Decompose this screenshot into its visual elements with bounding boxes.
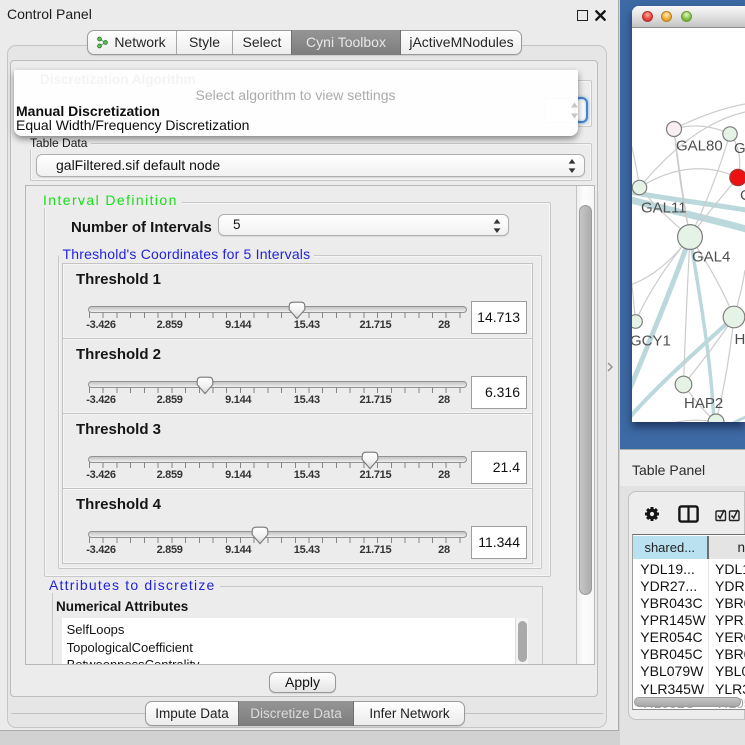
svg-text:GAL80: GAL80: [676, 138, 723, 155]
svg-text:GAL4: GAL4: [692, 249, 730, 266]
svg-text:HAP2: HAP2: [684, 395, 723, 412]
svg-text:CY: CY: [740, 187, 745, 204]
svg-text:GCY1: GCY1: [632, 333, 671, 350]
svg-text:HIS: HIS: [735, 331, 745, 348]
svg-text:GAL11: GAL11: [641, 200, 687, 217]
svg-text:GAL1: GAL1: [734, 140, 745, 157]
